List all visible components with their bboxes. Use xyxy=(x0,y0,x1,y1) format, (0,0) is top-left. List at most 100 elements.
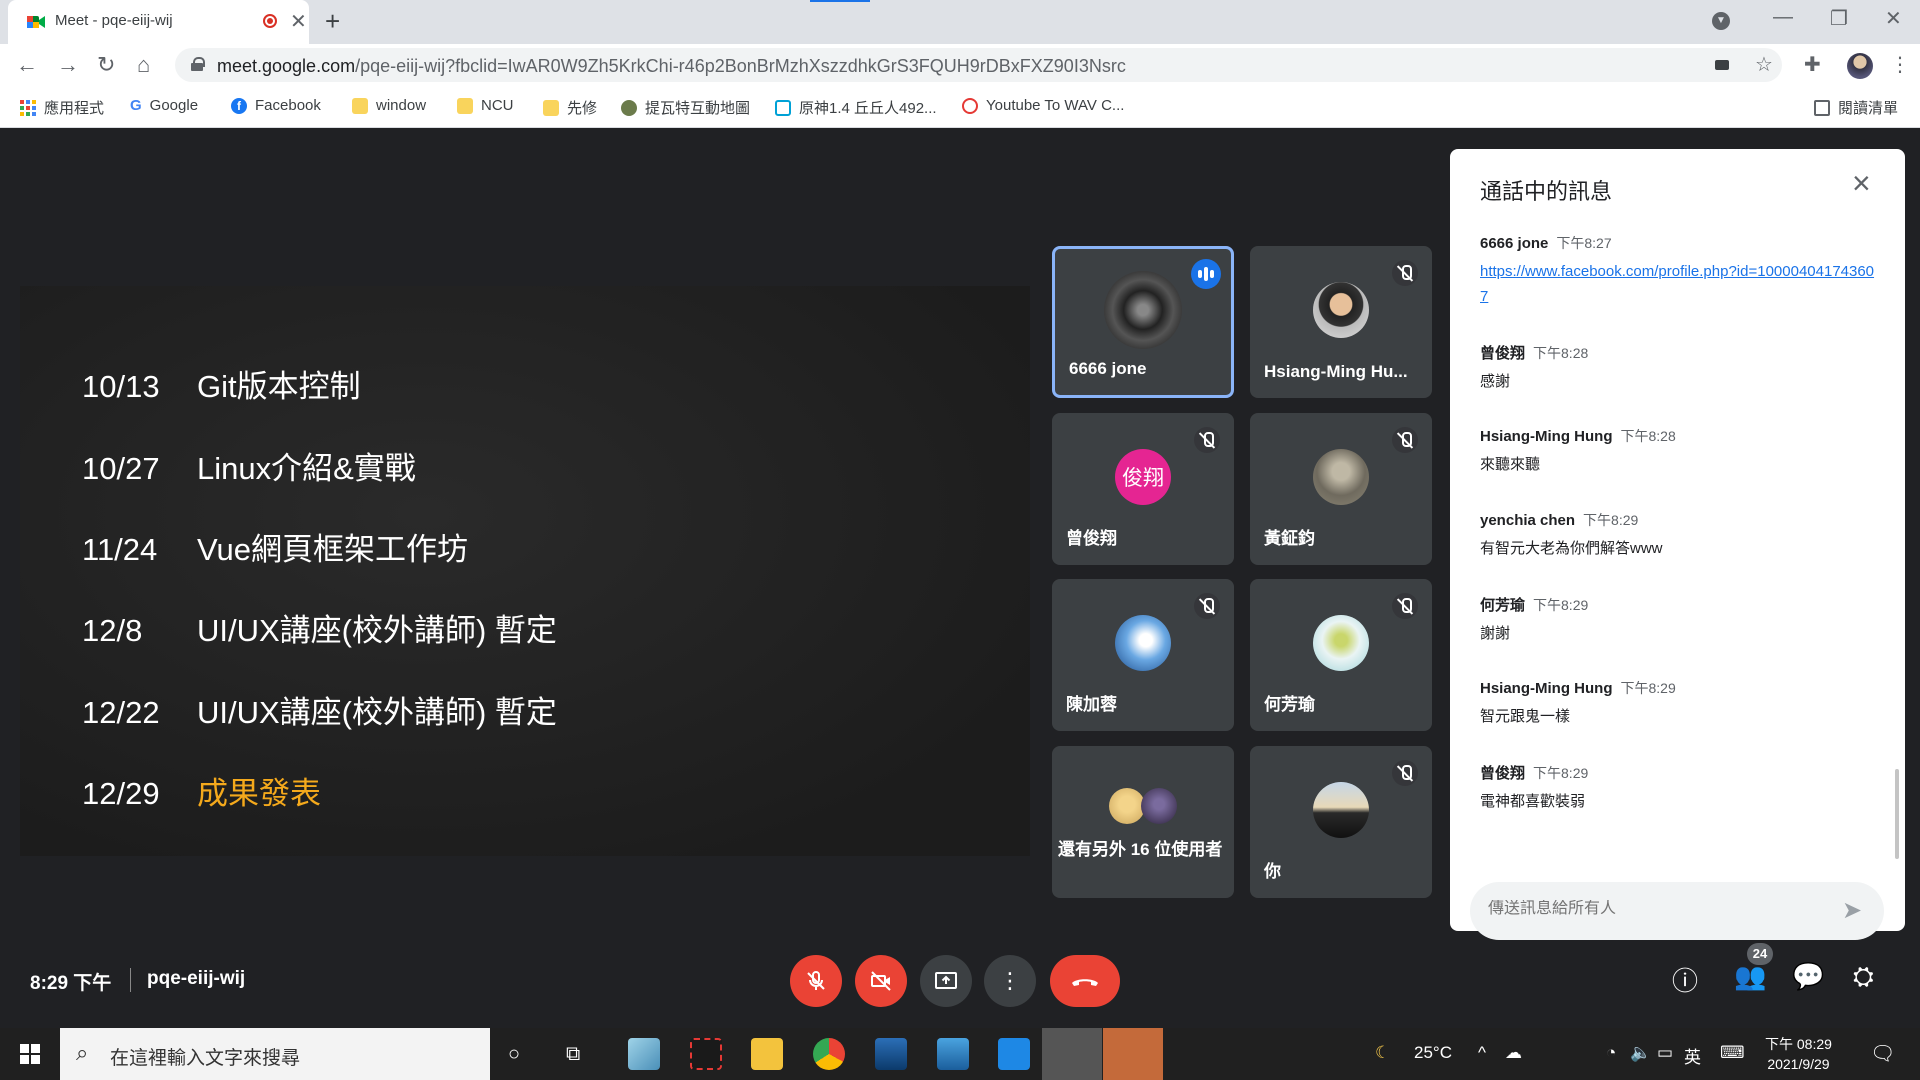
discord-app-icon[interactable] xyxy=(1103,1028,1163,1080)
snipping-tool-icon[interactable] xyxy=(690,1038,722,1070)
network-icon[interactable]: ☁ xyxy=(1505,1043,1522,1063)
meeting-info-icon[interactable]: ⓘ xyxy=(1672,961,1698,998)
chat-message: 曾俊翔 下午8:28 感謝 xyxy=(1480,345,1589,390)
self-tile[interactable]: 你 xyxy=(1250,746,1432,898)
chat-link[interactable]: https://www.facebook.com/profile.php?id=… xyxy=(1480,263,1874,305)
photos-app-icon[interactable] xyxy=(937,1038,969,1070)
mic-off-icon xyxy=(1392,760,1418,786)
close-icon[interactable]: × xyxy=(1852,167,1871,199)
bookmark-prereq[interactable]: 先修 xyxy=(543,97,597,118)
bookmarks-bar: 應用程式 G Google f Facebook window NCU 先修 提… xyxy=(0,86,1920,128)
notification-center-icon[interactable]: 🗨 xyxy=(1870,1041,1895,1066)
new-tab-button[interactable]: + xyxy=(325,6,340,37)
windows-start-icon[interactable] xyxy=(20,1044,40,1064)
home-icon[interactable]: ⌂ xyxy=(137,52,150,78)
mic-off-icon xyxy=(1194,593,1220,619)
ime-mode-icon[interactable]: ⌨ xyxy=(1720,1043,1745,1063)
file-explorer-icon[interactable] xyxy=(751,1038,783,1070)
tab-search-icon[interactable]: ▼ xyxy=(1712,12,1730,30)
task-view-icon[interactable]: ⧉ xyxy=(566,1043,580,1066)
slide-row: 12/22 UI/UX講座(校外講師) 暫定 xyxy=(82,695,557,730)
chat-input[interactable] xyxy=(1488,900,1828,918)
bookmark-youtube-wav[interactable]: Youtube To WAV C... xyxy=(962,97,1124,114)
participant-tile-active[interactable]: 6666 jone xyxy=(1052,246,1234,398)
profile-avatar[interactable] xyxy=(1847,53,1873,79)
url-text[interactable]: meet.google.com/pqe-eiij-wij?fbclid=IwAR… xyxy=(217,56,1126,77)
participant-tile[interactable]: 俊翔 曾俊翔 xyxy=(1052,413,1234,565)
people-icon[interactable]: 👥 xyxy=(1734,961,1766,992)
participant-name: 6666 jone xyxy=(1069,359,1147,378)
bookmark-facebook[interactable]: f Facebook xyxy=(231,97,321,114)
cortana-icon[interactable]: ○ xyxy=(508,1043,520,1066)
chat-message: 何芳瑜 下午8:29 謝謝 xyxy=(1480,597,1589,642)
video-editor-icon[interactable] xyxy=(875,1038,907,1070)
send-icon[interactable]: ➤ xyxy=(1842,896,1862,925)
bookmark-ncu[interactable]: NCU xyxy=(457,97,514,114)
present-button[interactable] xyxy=(920,955,972,1007)
chrome-icon[interactable] xyxy=(813,1038,845,1070)
active-app-icon[interactable] xyxy=(1042,1028,1102,1080)
avatar xyxy=(1109,788,1145,824)
taskbar-search-placeholder: 在這裡輸入文字來搜尋 xyxy=(110,1048,301,1069)
avatar xyxy=(1115,614,1171,671)
weather-icon[interactable]: ☾ xyxy=(1375,1043,1390,1063)
window-close-button[interactable]: ✕ xyxy=(1885,6,1902,31)
avatar xyxy=(1104,271,1182,350)
bookmark-genshin-video[interactable]: 原神1.4 丘丘人492... xyxy=(775,97,937,118)
reading-list-icon xyxy=(1814,99,1830,116)
leave-call-button[interactable] xyxy=(1050,955,1120,1007)
chat-icon[interactable]: 💬 xyxy=(1792,961,1824,992)
browser-menu-icon[interactable]: ⋮ xyxy=(1890,52,1910,77)
browser-tab[interactable]: Meet - pqe-eiij-wij ✕ xyxy=(8,0,309,44)
chat-input-box[interactable]: ➤ xyxy=(1470,882,1884,940)
participant-tile[interactable]: 黃鉦鈞 xyxy=(1250,413,1432,565)
chat-scrollbar[interactable] xyxy=(1895,769,1899,859)
more-options-button[interactable]: ⋮ xyxy=(984,955,1036,1007)
mic-off-icon xyxy=(807,971,825,990)
extensions-icon[interactable]: ✚ xyxy=(1804,52,1821,77)
participant-tile[interactable]: 何芳瑜 xyxy=(1250,579,1432,731)
mic-off-icon xyxy=(1392,427,1418,453)
weather-temp[interactable]: 25°C xyxy=(1414,1043,1452,1063)
chat-panel: 通話中的訊息 × 6666 jone 下午8:27 https://www.fac… xyxy=(1450,149,1905,940)
minimize-button[interactable]: — xyxy=(1773,6,1793,29)
forward-arrow-icon[interactable]: → xyxy=(57,52,79,78)
speaking-indicator-icon xyxy=(1191,259,1221,289)
bookmark-star-icon[interactable]: ☆ xyxy=(1755,52,1773,77)
avatar xyxy=(1313,281,1369,338)
activities-icon[interactable]: ⛭ xyxy=(1853,961,1874,993)
slide-row: 12/8 UI/UX講座(校外講師) 暫定 xyxy=(82,613,557,648)
reading-list[interactable]: 閱讀清單 xyxy=(1814,97,1898,118)
participant-tile[interactable]: 陳加蓉 xyxy=(1052,579,1234,731)
participant-tile[interactable]: Hsiang-Ming Hu... xyxy=(1250,246,1432,398)
system-clock[interactable]: 下午 08:29 2021/9/29 xyxy=(1765,1034,1832,1074)
search-icon: ⌕ xyxy=(76,1040,89,1065)
camera-in-use-icon[interactable] xyxy=(1715,60,1729,70)
bookmark-apps[interactable]: 應用程式 xyxy=(20,97,104,118)
camera-off-icon xyxy=(871,971,891,991)
others-tile[interactable]: 還有另外 16 位使用者 xyxy=(1052,746,1234,898)
control-panel-icon[interactable] xyxy=(998,1038,1030,1070)
bookmark-teyvat-map[interactable]: 提瓦特互動地圖 xyxy=(621,97,750,118)
maximize-button[interactable]: ❐ xyxy=(1830,6,1848,31)
chat-message: yenchia chen 下午8:29 有智元大老為你們解答www xyxy=(1480,512,1663,557)
volume-icon[interactable]: 🔈 xyxy=(1630,1043,1651,1063)
address-bar[interactable]: meet.google.com/pqe-eiij-wij?fbclid=IwAR… xyxy=(175,48,1782,82)
back-arrow-icon[interactable]: ← xyxy=(16,52,38,78)
meeting-clock: 8:29 下午 xyxy=(30,973,112,994)
bookmark-google[interactable]: G Google xyxy=(130,97,198,114)
bookmark-window[interactable]: window xyxy=(352,97,426,114)
battery-icon[interactable]: ▭ xyxy=(1657,1043,1673,1063)
participant-name: 曾俊翔 xyxy=(1066,529,1117,548)
mic-toggle-button[interactable] xyxy=(790,955,842,1007)
reload-icon[interactable]: ↻ xyxy=(97,52,115,78)
tray-expand-icon[interactable]: ^ xyxy=(1478,1043,1486,1063)
camera-toggle-button[interactable] xyxy=(855,955,907,1007)
participant-name: 陳加蓉 xyxy=(1066,695,1117,714)
wifi-icon[interactable]: ◔ xyxy=(1606,1043,1616,1063)
notepad-app-icon[interactable] xyxy=(628,1038,660,1070)
ime-indicator[interactable]: 英 xyxy=(1684,1043,1701,1068)
close-tab-icon[interactable]: ✕ xyxy=(290,9,307,34)
taskbar-search[interactable]: ⌕ 在這裡輸入文字來搜尋 xyxy=(60,1028,490,1080)
avatar xyxy=(1313,614,1369,671)
